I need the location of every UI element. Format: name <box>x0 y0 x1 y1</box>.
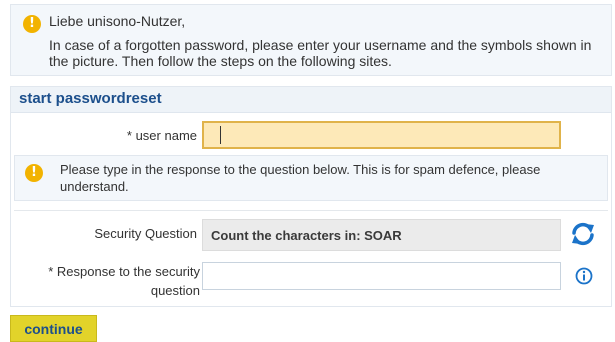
continue-button[interactable]: continue <box>10 315 97 342</box>
security-response-input[interactable] <box>202 262 561 290</box>
spam-notice: ! Please type in the response to the que… <box>14 155 608 201</box>
notice-message: In case of a forgotten password, please … <box>49 37 592 69</box>
security-question-text: Count the characters in: SOAR <box>211 228 402 243</box>
password-reset-form: start passwordreset * user name ! Please… <box>10 86 612 307</box>
security-question-label: Security Question <box>94 226 197 241</box>
info-notice: ! Liebe unisono-Nutzer, In case of a for… <box>10 4 612 76</box>
warning-icon: ! <box>25 164 43 182</box>
username-label: * user name <box>126 128 197 143</box>
username-input[interactable] <box>202 121 561 149</box>
info-icon[interactable] <box>575 267 593 285</box>
text-caret <box>220 126 221 144</box>
form-title: start passwordreset <box>19 90 162 107</box>
security-question-box: Count the characters in: SOAR <box>202 219 561 251</box>
spam-notice-message: Please type in the response to the quest… <box>60 162 541 194</box>
divider <box>14 210 608 211</box>
refresh-icon[interactable] <box>570 221 596 247</box>
notice-greeting: Liebe unisono-Nutzer, <box>49 13 186 29</box>
warning-icon: ! <box>23 15 41 33</box>
form-header: start passwordreset <box>11 87 611 113</box>
response-label: * Response to the security question <box>48 264 200 298</box>
